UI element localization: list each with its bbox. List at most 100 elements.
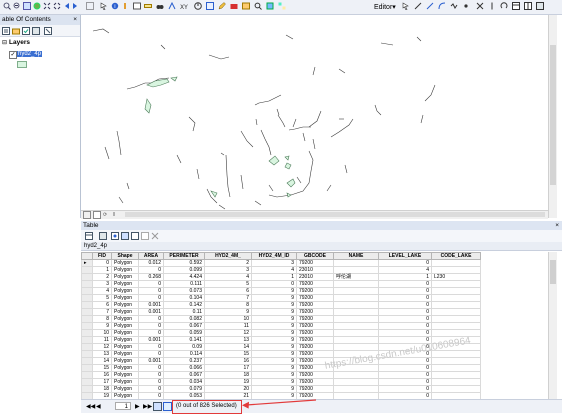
- table-tab[interactable]: hyd2_4p: [81, 242, 562, 251]
- close-icon[interactable]: ×: [73, 15, 77, 25]
- time-slider-icon[interactable]: [194, 2, 202, 10]
- html-popup-icon[interactable]: [133, 2, 141, 10]
- row-selector[interactable]: [81, 273, 93, 281]
- show-selected-records-icon[interactable]: [163, 402, 172, 411]
- model-builder-icon[interactable]: [278, 2, 286, 10]
- search-icon[interactable]: [254, 2, 262, 10]
- full-extent-icon[interactable]: [33, 2, 41, 10]
- rotate-icon[interactable]: [500, 2, 508, 10]
- table-row[interactable]: 7 Polygon 0.001 0.11 9 9 79200 0: [81, 308, 481, 316]
- pan-icon[interactable]: [23, 2, 31, 10]
- column-header[interactable]: HYD2_4M_ID: [251, 252, 297, 260]
- row-selector[interactable]: [81, 308, 93, 316]
- column-header[interactable]: PERIMETER: [163, 252, 205, 260]
- go-to-xy-icon[interactable]: XY: [180, 2, 188, 11]
- row-selector[interactable]: [81, 315, 93, 323]
- row-selector[interactable]: ▸: [81, 259, 93, 267]
- split-tool-icon[interactable]: [488, 2, 496, 10]
- create-viewer-icon[interactable]: [206, 2, 214, 10]
- select-by-attributes-icon[interactable]: [111, 232, 119, 240]
- create-features-icon[interactable]: [536, 2, 544, 10]
- table-row[interactable]: 15 Polygon 0 0.066 17 9 79200 0: [81, 364, 481, 372]
- editor-toolbar-icon[interactable]: [218, 2, 226, 10]
- python-icon[interactable]: [266, 2, 274, 10]
- list-by-drawing-order-icon[interactable]: [2, 27, 10, 35]
- clear-selection-icon[interactable]: [131, 232, 139, 240]
- fixed-zoom-in-icon[interactable]: [43, 2, 51, 10]
- table-row[interactable]: 18 Polygon 0 0.079 20 9 79200 0: [81, 385, 481, 393]
- collapse-icon[interactable]: ⊟: [2, 39, 7, 46]
- back-icon[interactable]: [63, 2, 71, 10]
- find-route-icon[interactable]: [168, 1, 176, 10]
- zoom-to-selected-icon[interactable]: [141, 232, 149, 240]
- layers-root[interactable]: Layers: [9, 39, 30, 46]
- table-row[interactable]: 14 Polygon 0.001 0.237 16 9 79200 0: [81, 357, 481, 365]
- fixed-zoom-out-icon[interactable]: [53, 2, 61, 10]
- map-view[interactable]: [81, 15, 547, 210]
- find-icon[interactable]: [156, 2, 164, 10]
- delete-selected-icon[interactable]: [151, 232, 159, 240]
- edit-annotation-icon[interactable]: [414, 2, 422, 10]
- table-row[interactable]: 9 Polygon 0 0.067 11 9 79200 0: [81, 322, 481, 330]
- map-vertical-scrollbar[interactable]: [548, 15, 557, 218]
- refresh-icon[interactable]: ⟳: [103, 212, 107, 218]
- map-scroll-thumb[interactable]: [550, 45, 556, 185]
- data-view-icon[interactable]: [83, 211, 91, 219]
- toc-options-icon[interactable]: [44, 27, 52, 35]
- column-header[interactable]: AREA: [138, 252, 164, 260]
- row-selector[interactable]: [81, 371, 93, 379]
- list-by-visibility-icon[interactable]: [22, 27, 30, 35]
- edit-tool-icon[interactable]: [402, 2, 410, 11]
- attributes-icon[interactable]: [512, 2, 520, 10]
- catalog-icon[interactable]: [242, 2, 250, 10]
- select-features-icon[interactable]: [86, 2, 94, 10]
- next-record-button[interactable]: ▶: [135, 403, 140, 410]
- table-row[interactable]: ▸ 0 Polygon 0.012 0.592 2 3 79200 0: [81, 259, 481, 267]
- previous-record-button[interactable]: ◀: [96, 403, 101, 410]
- table-vertical-scrollbar[interactable]: [548, 252, 557, 399]
- table-row[interactable]: 6 Polygon 0.001 0.142 8 9 79200 0: [81, 301, 481, 309]
- forward-icon[interactable]: [71, 2, 79, 10]
- close-icon[interactable]: ×: [555, 221, 559, 230]
- table-row[interactable]: 5 Polygon 0 0.104 7 9 79200 0: [81, 294, 481, 302]
- table-scroll-thumb[interactable]: [550, 260, 556, 284]
- sketch-properties-icon[interactable]: [524, 2, 532, 10]
- layer-item[interactable]: hyd2_4p: [17, 51, 43, 57]
- zoom-in-icon[interactable]: [3, 2, 11, 10]
- row-selector[interactable]: [81, 343, 93, 351]
- layout-view-icon[interactable]: [93, 211, 101, 219]
- switch-selection-icon[interactable]: [121, 232, 129, 240]
- zoom-out-icon[interactable]: [13, 2, 21, 10]
- row-selector-header[interactable]: [81, 252, 93, 260]
- row-selector[interactable]: [81, 287, 93, 295]
- table-row[interactable]: 4 Polygon 0 0.073 6 9 79200 0: [81, 287, 481, 295]
- table-row[interactable]: 1 Polygon 0 0.099 3 4 23010 4: [81, 266, 481, 274]
- column-header[interactable]: LEVEL_LAKE: [378, 252, 432, 260]
- row-selector[interactable]: [81, 378, 93, 386]
- editor-menu[interactable]: Editor▾: [374, 3, 396, 11]
- table-row[interactable]: 10 Polygon 0 0.059 12 9 79200 0: [81, 329, 481, 337]
- column-header[interactable]: HYD2_4M_: [204, 252, 252, 260]
- row-selector[interactable]: [81, 322, 93, 330]
- row-selector[interactable]: [81, 301, 93, 309]
- endpoint-arc-icon[interactable]: [438, 2, 446, 10]
- row-selector[interactable]: [81, 357, 93, 365]
- map-horizontal-scrollbar[interactable]: [125, 212, 545, 217]
- list-by-selection-icon[interactable]: [32, 27, 40, 35]
- row-selector[interactable]: [81, 350, 93, 358]
- identify-icon[interactable]: i: [111, 2, 119, 10]
- hyperlink-icon[interactable]: [121, 2, 129, 10]
- point-icon[interactable]: [462, 2, 470, 10]
- pause-icon[interactable]: ‖: [113, 212, 115, 218]
- row-selector[interactable]: [81, 336, 93, 344]
- cut-polygons-icon[interactable]: [476, 2, 484, 10]
- column-header[interactable]: NAME: [333, 252, 379, 260]
- select-elements-icon[interactable]: [100, 2, 108, 11]
- trace-icon[interactable]: [450, 2, 458, 10]
- table-row[interactable]: 3 Polygon 0 0.111 5 0 79200 0: [81, 280, 481, 288]
- table-row[interactable]: 8 Polygon 0 0.082 10 9 79200 0: [81, 315, 481, 323]
- arctoolbox-icon[interactable]: [230, 2, 238, 10]
- row-selector[interactable]: [81, 329, 93, 337]
- table-row[interactable]: 11 Polygon 0.001 0.141 13 9 79200 0: [81, 336, 481, 344]
- list-by-source-icon[interactable]: [12, 27, 20, 35]
